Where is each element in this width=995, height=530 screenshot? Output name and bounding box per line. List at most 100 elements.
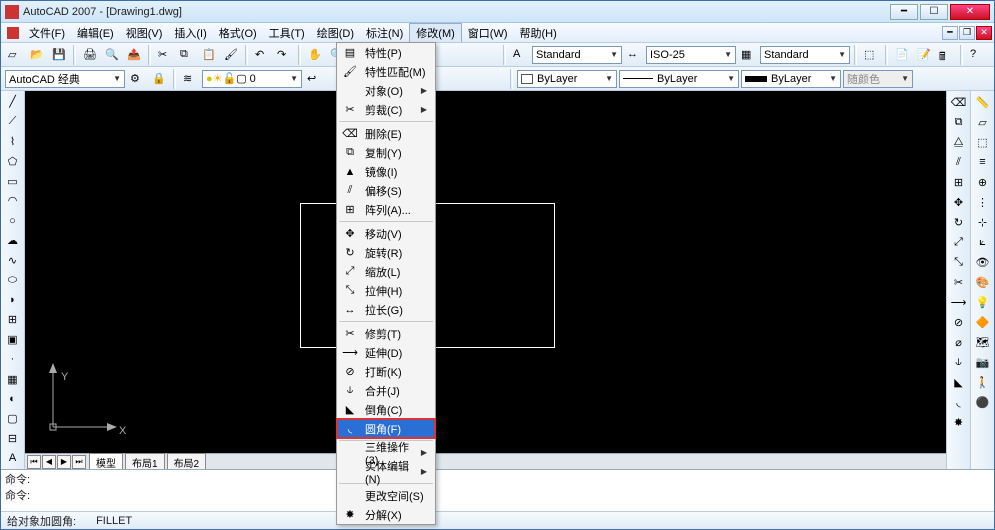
redo-button[interactable]: ↷ bbox=[274, 45, 294, 65]
view-tool[interactable]: 👁 bbox=[973, 253, 993, 271]
qcalc-button[interactable]: 🖩 bbox=[936, 45, 956, 65]
menu-item-trim[interactable]: ✂修剪(T) bbox=[337, 324, 435, 343]
scale-tool[interactable]: ⤢ bbox=[949, 233, 969, 251]
material-tool[interactable]: 🔶 bbox=[973, 313, 993, 331]
menu-item-clip[interactable]: ✂剪裁(C)▶ bbox=[337, 100, 435, 119]
erase-tool[interactable]: ⌫ bbox=[949, 93, 969, 111]
menu-item-rotate[interactable]: ↻旋转(R) bbox=[337, 243, 435, 262]
menu-view[interactable]: 视图(V) bbox=[120, 23, 169, 42]
menu-item-mirror[interactable]: ▲镜像(I) bbox=[337, 162, 435, 181]
list-tool[interactable]: ≡ bbox=[973, 153, 993, 171]
line-tool[interactable]: ╱ bbox=[3, 93, 23, 111]
copy-tool[interactable]: ⧉ bbox=[949, 113, 969, 131]
dist-tool[interactable]: 📏 bbox=[973, 93, 993, 111]
menu-item-scale[interactable]: ⤢缩放(L) bbox=[337, 262, 435, 281]
ellipse-tool[interactable]: ⬭ bbox=[3, 271, 23, 289]
ucs-tool[interactable]: ⟀ bbox=[973, 233, 993, 251]
tab-prev-button[interactable]: ◀ bbox=[42, 455, 56, 469]
layer-combo[interactable]: ● ☀ 🔓 ▢ 0 ▼ bbox=[202, 70, 302, 88]
layer-props-button[interactable]: ≋ bbox=[180, 69, 200, 89]
chamfer-tool[interactable]: ◣ bbox=[949, 373, 969, 391]
polygon-tool[interactable]: ⬠ bbox=[3, 152, 23, 170]
menu-window[interactable]: 窗口(W) bbox=[462, 23, 514, 42]
menu-item-erase[interactable]: ⌫删除(E) bbox=[337, 124, 435, 143]
textstyle-button[interactable]: A bbox=[510, 45, 530, 65]
revcloud-tool[interactable]: ☁ bbox=[3, 232, 23, 250]
menu-item-match[interactable]: 🖌特性匹配(M) bbox=[337, 62, 435, 81]
move-tool[interactable]: ✥ bbox=[949, 193, 969, 211]
walk-tool[interactable]: 🚶 bbox=[973, 373, 993, 391]
menu-item-move[interactable]: ✥移动(V) bbox=[337, 224, 435, 243]
circle-tool[interactable]: ○ bbox=[3, 212, 23, 230]
matchprop-button[interactable]: 🖌 bbox=[221, 45, 241, 65]
textstyle-combo[interactable]: Standard▼ bbox=[532, 46, 622, 64]
tab-layout1[interactable]: 布局1 bbox=[125, 453, 165, 471]
camera-tool[interactable]: 📷 bbox=[973, 353, 993, 371]
publish-button[interactable]: 📤 bbox=[124, 45, 144, 65]
join-tool[interactable]: ⫝ bbox=[949, 353, 969, 371]
tab-model[interactable]: 模型 bbox=[89, 453, 123, 471]
menu-item-copy[interactable]: ⧉复制(Y) bbox=[337, 143, 435, 162]
id-tool[interactable]: ⊕ bbox=[973, 173, 993, 191]
menu-format[interactable]: 格式(O) bbox=[213, 23, 263, 42]
ellipsearc-tool[interactable]: ◗ bbox=[3, 291, 23, 309]
tab-next-button[interactable]: ▶ bbox=[57, 455, 71, 469]
arc-tool[interactable]: ◠ bbox=[3, 192, 23, 210]
maximize-button[interactable]: ☐ bbox=[920, 4, 948, 20]
close-button[interactable]: ✕ bbox=[950, 4, 990, 20]
insert-tool[interactable]: ⊞ bbox=[3, 311, 23, 329]
menu-item-array[interactable]: ⊞阵列(A)... bbox=[337, 200, 435, 219]
explode-tool[interactable]: ✸ bbox=[949, 413, 969, 431]
menu-item-更改空间(S)[interactable]: 更改空间(S) bbox=[337, 486, 435, 505]
menu-insert[interactable]: 插入(I) bbox=[168, 23, 212, 42]
hatch-tool[interactable]: ▦ bbox=[3, 370, 23, 388]
menu-item-offset[interactable]: ⫽偏移(S) bbox=[337, 181, 435, 200]
pline-tool[interactable]: ⌇ bbox=[3, 133, 23, 151]
help-button[interactable]: ? bbox=[967, 45, 987, 65]
fillet-tool[interactable]: ◟ bbox=[949, 393, 969, 411]
menu-item-explode[interactable]: ✸分解(X) bbox=[337, 505, 435, 524]
paste-button[interactable]: 📋 bbox=[199, 45, 219, 65]
new-button[interactable]: ▱ bbox=[5, 45, 25, 65]
light-tool[interactable]: 💡 bbox=[973, 293, 993, 311]
break-tool[interactable]: ⌀ bbox=[949, 333, 969, 351]
workspace-lock-button[interactable]: 🔒 bbox=[149, 69, 169, 89]
open-button[interactable]: 📂 bbox=[27, 45, 47, 65]
breakat-tool[interactable]: ⊘ bbox=[949, 313, 969, 331]
dimstyle-button[interactable]: ↔ bbox=[624, 45, 644, 65]
region-tool[interactable]: ▢ bbox=[3, 410, 23, 428]
mtext-tool[interactable]: A bbox=[3, 449, 23, 467]
menu-item-lengthen[interactable]: ↔拉长(G) bbox=[337, 300, 435, 319]
menu-dimension[interactable]: 标注(N) bbox=[360, 23, 409, 42]
array-tool[interactable]: ⊞ bbox=[949, 173, 969, 191]
menu-item-chamfer[interactable]: ◣倒角(C) bbox=[337, 400, 435, 419]
tablestyle-combo[interactable]: Standard▼ bbox=[760, 46, 850, 64]
tab-first-button[interactable]: ⏮ bbox=[27, 455, 41, 469]
tablestyle-button[interactable]: ▦ bbox=[738, 45, 758, 65]
pan-button[interactable]: ✋ bbox=[305, 45, 325, 65]
layer-prev-button[interactable]: ↩ bbox=[304, 69, 324, 89]
mdi-restore-button[interactable]: ❐ bbox=[959, 26, 975, 40]
sheetset-button[interactable]: 📄 bbox=[892, 45, 912, 65]
minimize-button[interactable]: ━ bbox=[890, 4, 918, 20]
menu-item-对象(O)[interactable]: 对象(O)▶ bbox=[337, 81, 435, 100]
tab-layout2[interactable]: 布局2 bbox=[167, 453, 207, 471]
workspace-combo[interactable]: AutoCAD 经典▼ bbox=[5, 70, 125, 88]
save-button[interactable]: 💾 bbox=[49, 45, 69, 65]
tab-last-button[interactable]: ⏭ bbox=[72, 455, 86, 469]
measure-tool[interactable]: ⊹ bbox=[973, 213, 993, 231]
color-combo[interactable]: ByLayer▼ bbox=[517, 70, 617, 88]
plot-button[interactable]: 🖨 bbox=[80, 45, 100, 65]
menu-item-break[interactable]: ⊘打断(K) bbox=[337, 362, 435, 381]
makeblock-tool[interactable]: ▣ bbox=[3, 331, 23, 349]
menu-item-实体编辑(N)[interactable]: 实体编辑(N)▶ bbox=[337, 462, 435, 481]
undo-button[interactable]: ↶ bbox=[252, 45, 272, 65]
lineweight-combo[interactable]: ByLayer▼ bbox=[741, 70, 841, 88]
menu-item-fillet[interactable]: ◟圆角(F) bbox=[337, 419, 435, 438]
mapping-tool[interactable]: 🗺 bbox=[973, 333, 993, 351]
block-button[interactable]: ⬚ bbox=[861, 45, 881, 65]
menu-help[interactable]: 帮助(H) bbox=[514, 23, 563, 42]
mdi-minimize-button[interactable]: ━ bbox=[942, 26, 958, 40]
preview-button[interactable]: 🔍 bbox=[102, 45, 122, 65]
workspace-settings-button[interactable]: ⚙ bbox=[127, 69, 147, 89]
